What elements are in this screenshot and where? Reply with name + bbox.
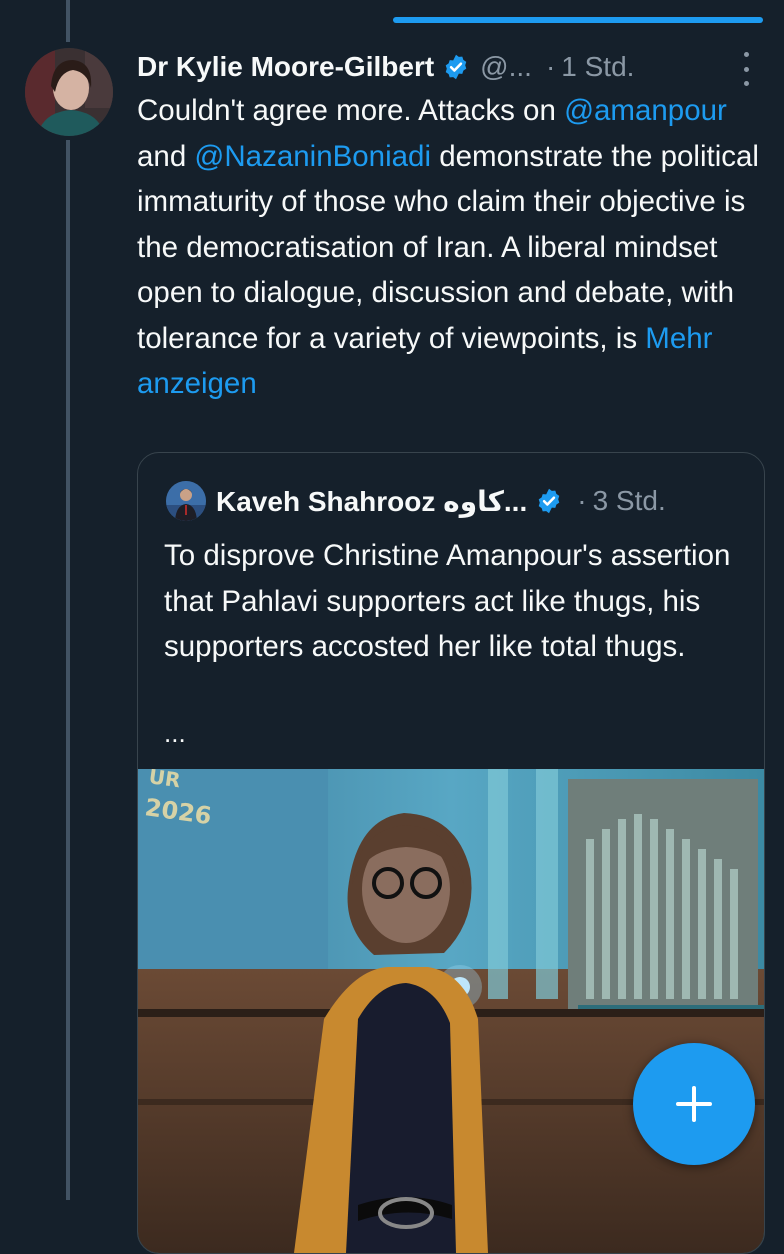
quoted-author-avatar[interactable] — [166, 481, 206, 521]
quoted-tweet-text: To disprove Christine Amanpour's asserti… — [164, 539, 731, 663]
quoted-tweet-ellipsis: ... — [164, 718, 186, 748]
quoted-tweet-header: Kaveh Shahrooz کاوه... · 3 Std. — [216, 478, 666, 524]
more-vertical-icon[interactable] — [734, 52, 758, 86]
author-name[interactable]: Dr Kylie Moore-Gilbert — [137, 51, 434, 83]
separator-dot: · — [545, 51, 556, 82]
tweet-header: Dr Kylie Moore-Gilbert @... · 1 Std. — [137, 44, 767, 90]
verified-badge-icon — [442, 53, 470, 81]
mention-link-amanpour[interactable]: @amanpour — [564, 94, 727, 127]
separator-dot: · — [577, 485, 587, 516]
tweet-text-part: Couldn't agree more. Attacks on — [137, 94, 565, 127]
thread-line-top — [66, 0, 70, 42]
author-avatar[interactable] — [25, 48, 113, 136]
top-indicator-bar — [393, 17, 763, 23]
quoted-tweet-video[interactable]: UR 2026 — [138, 769, 764, 1253]
tweet-text: Couldn't agree more. Attacks on @amanpou… — [137, 88, 767, 407]
plus-icon — [676, 1086, 712, 1122]
author-avatar-image — [25, 48, 113, 136]
video-thumbnail: UR 2026 — [138, 769, 764, 1253]
thread-line — [66, 140, 70, 1200]
author-handle[interactable]: @... — [480, 51, 532, 83]
quoted-tweet-timestamp[interactable]: 3 Std. — [593, 485, 666, 517]
quoted-author-avatar-image — [166, 481, 206, 521]
tweet-text-part: and — [137, 139, 195, 173]
tweet-timestamp[interactable]: 1 Std. — [561, 51, 634, 83]
verified-badge-icon — [535, 487, 563, 515]
mention-link-nazaninboniadi[interactable]: @NazaninBoniadi — [194, 140, 431, 173]
compose-button[interactable] — [633, 1043, 755, 1165]
quoted-author-name[interactable]: Kaveh Shahrooz کاوه... — [216, 485, 527, 518]
